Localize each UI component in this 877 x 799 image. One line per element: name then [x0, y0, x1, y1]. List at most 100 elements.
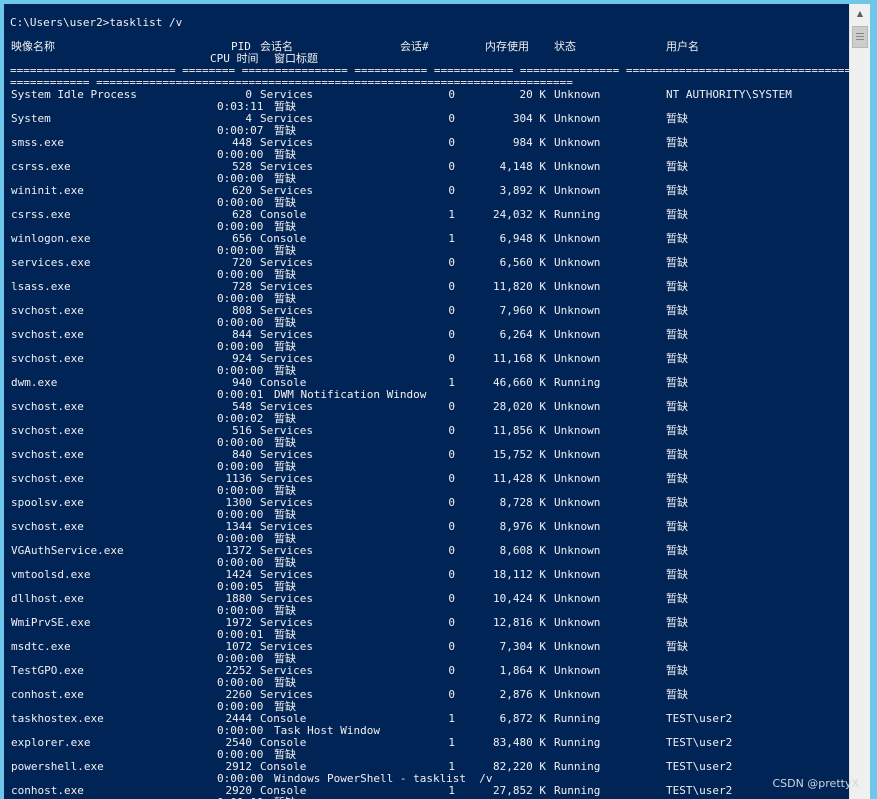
- process-row: svchost.exe 844 Services 0 6,264 K Unknown 暂缺: [4, 329, 849, 341]
- process-row: dllhost.exe 1880 Services 0 10,424 K Unknown 暂…: [4, 593, 849, 605]
- process-row: csrss.exe 628 Console 1 24,032 K Running 暂缺: [4, 209, 849, 221]
- process-mem-usage: 11,820 K: [493, 280, 546, 293]
- process-status: Unknown: [554, 496, 601, 509]
- process-user-name: 暂缺: [666, 184, 688, 197]
- process-row-detail: 0:00:00暂缺: [4, 677, 849, 689]
- process-session-num: 0: [448, 448, 455, 461]
- process-status: Unknown: [554, 592, 601, 605]
- process-row: lsass.exe 728 Services 0 11,820 K Unknown 暂缺: [4, 281, 849, 293]
- process-mem-usage: 28,020 K: [493, 400, 546, 413]
- process-session-num: 0: [448, 112, 455, 125]
- process-name: lsass.exe: [11, 280, 71, 293]
- process-user-name: TEST\user2: [666, 712, 733, 725]
- process-user-name: 暂缺: [666, 160, 688, 173]
- process-session-num: 0: [448, 184, 455, 197]
- header-session-num: 会话#: [400, 40, 429, 53]
- process-row-detail: 0:00:01 DWM Notification Window: [4, 389, 849, 401]
- process-mem-usage: 46,660 K: [493, 376, 546, 389]
- process-row-detail: 0:00:02 暂缺: [4, 413, 849, 425]
- process-mem-usage: 6,264 K: [499, 328, 546, 341]
- process-user-name: 暂缺: [666, 328, 688, 341]
- prompt-line: C:\Users\user2>tasklist /v: [10, 16, 183, 29]
- process-row: svchost.exe 516 Services 0 11,856 K Unknown 暂缺: [4, 425, 849, 437]
- process-user-name: 暂缺: [666, 640, 688, 653]
- process-status: Unknown: [554, 616, 601, 629]
- process-mem-usage: 8,608 K: [499, 544, 546, 557]
- process-status: Unknown: [554, 280, 601, 293]
- process-user-name: 暂缺: [666, 664, 688, 677]
- process-row-detail: 0:00:00暂缺: [4, 605, 849, 617]
- process-name: dllhost.exe: [11, 592, 84, 605]
- process-mem-usage: 4,148 K: [499, 160, 546, 173]
- process-status: Unknown: [554, 448, 601, 461]
- process-name: csrss.exe: [11, 208, 71, 221]
- process-mem-usage: 83,480 K: [493, 736, 546, 749]
- process-row: explorer.exe 2540 Console 1 83,480 K Running T…: [4, 737, 849, 749]
- process-row-detail: 0:00:00暂缺: [4, 221, 849, 233]
- process-name: svchost.exe: [11, 304, 84, 317]
- powershell-console[interactable]: C:\Users\user2>tasklist /v 映像名称 PID 会话名 …: [4, 4, 849, 799]
- process-row-detail: 0:00:00暂缺: [4, 365, 849, 377]
- process-row: vmtoolsd.exe 1424 Services 0 18,112 K Unknown…: [4, 569, 849, 581]
- process-session-num: 1: [448, 208, 455, 221]
- process-user-name: 暂缺: [666, 232, 688, 245]
- process-status: Unknown: [554, 184, 601, 197]
- process-row: spoolsv.exe 1300 Services 0 8,728 K Unknown 暂缺: [4, 497, 849, 509]
- process-name: svchost.exe: [11, 328, 84, 341]
- process-row-detail: 0:00:00暂缺: [4, 437, 849, 449]
- process-mem-usage: 984 K: [512, 136, 546, 149]
- process-user-name: NT AUTHORITY\SYSTEM: [666, 88, 792, 101]
- process-name: TestGPO.exe: [11, 664, 84, 677]
- process-name: msdtc.exe: [11, 640, 71, 653]
- process-row: svchost.exe 924 Services 0 11,168 K Unknown 暂缺: [4, 353, 849, 365]
- process-status: Unknown: [554, 136, 601, 149]
- process-row-detail: 0:00:05 暂缺: [4, 581, 849, 593]
- process-status: Unknown: [554, 472, 601, 485]
- process-row-detail: 0:00:00暂缺: [4, 557, 849, 569]
- process-name: svchost.exe: [11, 520, 84, 533]
- process-row-detail: 0:00:01 暂缺: [4, 629, 849, 641]
- header-row-1: 映像名称 PID 会话名 会话# 内存使用 状态 用户名: [4, 41, 849, 53]
- process-session-num: 1: [448, 784, 455, 797]
- process-mem-usage: 15,752 K: [493, 448, 546, 461]
- process-row: winlogon.exe 656 Console 1 6,948 K Unknown 暂缺: [4, 233, 849, 245]
- process-name: svchost.exe: [11, 352, 84, 365]
- process-row-detail: 0:00:00暂缺: [4, 509, 849, 521]
- process-mem-usage: 1,864 K: [499, 664, 546, 677]
- process-window-title: Windows PowerShell - tasklist /v: [274, 772, 493, 785]
- process-status: Running: [554, 784, 601, 797]
- process-session-num: 0: [448, 544, 455, 557]
- process-session-num: 1: [448, 712, 455, 725]
- process-status: Unknown: [554, 112, 601, 125]
- process-session-num: 0: [448, 640, 455, 653]
- process-user-name: 暂缺: [666, 520, 688, 533]
- scrollbar-thumb[interactable]: [852, 26, 868, 48]
- grip-line-icon: [856, 36, 864, 37]
- header-user-name: 用户名: [666, 40, 699, 53]
- process-user-name: TEST\user2: [666, 784, 733, 797]
- process-status: Unknown: [554, 520, 601, 533]
- process-row: services.exe 720 Services 0 6,560 K Unknown 暂缺: [4, 257, 849, 269]
- process-mem-usage: 18,112 K: [493, 568, 546, 581]
- process-status: Unknown: [554, 424, 601, 437]
- process-name: svchost.exe: [11, 400, 84, 413]
- process-row: svchost.exe 548 Services 0 28,020 K Unknown 暂缺: [4, 401, 849, 413]
- process-mem-usage: 6,948 K: [499, 232, 546, 245]
- process-session-num: 0: [448, 280, 455, 293]
- process-session-num: 0: [448, 520, 455, 533]
- process-name: powershell.exe: [11, 760, 104, 773]
- process-mem-usage: 6,560 K: [499, 256, 546, 269]
- vertical-scrollbar[interactable]: ▲: [849, 4, 870, 799]
- process-row-detail: 0:00:00暂缺: [4, 533, 849, 545]
- process-status: Running: [554, 376, 601, 389]
- process-name: spoolsv.exe: [11, 496, 84, 509]
- process-status: Unknown: [554, 544, 601, 557]
- chevron-up-icon[interactable]: ▲: [851, 5, 869, 22]
- process-user-name: 暂缺: [666, 592, 688, 605]
- process-status: Unknown: [554, 352, 601, 365]
- process-row: svchost.exe 1136 Services 0 11,428 K Unknown 暂…: [4, 473, 849, 485]
- process-row: conhost.exe 2920 Console 1 27,852 K Running TE…: [4, 785, 849, 797]
- header-status: 状态: [554, 40, 576, 53]
- process-name: wininit.exe: [11, 184, 84, 197]
- process-user-name: 暂缺: [666, 376, 688, 389]
